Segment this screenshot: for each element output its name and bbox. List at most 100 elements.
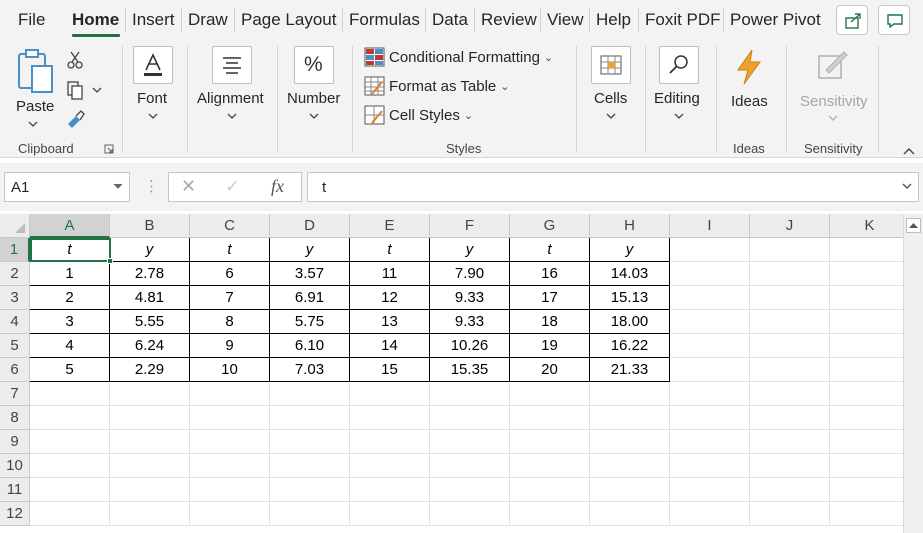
cell-a6[interactable]: 5: [30, 358, 110, 382]
cell-j6[interactable]: [750, 358, 830, 382]
cell-e2[interactable]: 11: [350, 262, 430, 286]
name-box[interactable]: A1: [4, 172, 130, 202]
cell-d11[interactable]: [270, 478, 350, 502]
column-header-b[interactable]: B: [110, 214, 190, 238]
cell-e5[interactable]: 14: [350, 334, 430, 358]
cell-f10[interactable]: [430, 454, 510, 478]
vertical-scrollbar[interactable]: [903, 214, 923, 533]
cell-e1[interactable]: t: [350, 238, 430, 262]
cell-h10[interactable]: [590, 454, 670, 478]
cell-g1[interactable]: t: [510, 238, 590, 262]
cell-g12[interactable]: [510, 502, 590, 526]
cell-c11[interactable]: [190, 478, 270, 502]
cell-c8[interactable]: [190, 406, 270, 430]
cell-c1[interactable]: t: [190, 238, 270, 262]
column-header-f[interactable]: F: [430, 214, 510, 238]
cell-e12[interactable]: [350, 502, 430, 526]
cell-j4[interactable]: [750, 310, 830, 334]
tab-review[interactable]: Review: [481, 10, 537, 30]
cell-c4[interactable]: 8: [190, 310, 270, 334]
cell-styles-button[interactable]: Cell Styles ⌄: [364, 102, 473, 128]
cell-e7[interactable]: [350, 382, 430, 406]
cell-j8[interactable]: [750, 406, 830, 430]
cell-i4[interactable]: [670, 310, 750, 334]
cell-k11[interactable]: [830, 478, 910, 502]
tab-insert[interactable]: Insert: [132, 10, 175, 30]
cell-f11[interactable]: [430, 478, 510, 502]
formula-input[interactable]: t: [307, 172, 919, 202]
cell-k2[interactable]: [830, 262, 910, 286]
cell-h5[interactable]: 16.22: [590, 334, 670, 358]
cells-button[interactable]: Cells: [586, 40, 636, 130]
column-header-c[interactable]: C: [190, 214, 270, 238]
cancel-icon[interactable]: ✕: [181, 176, 196, 197]
cell-h12[interactable]: [590, 502, 670, 526]
cell-k1[interactable]: [830, 238, 910, 262]
row-header-3[interactable]: 3: [0, 286, 30, 310]
ideas-button[interactable]: Ideas: [724, 40, 774, 130]
cell-f1[interactable]: y: [430, 238, 510, 262]
cell-b11[interactable]: [110, 478, 190, 502]
cell-d7[interactable]: [270, 382, 350, 406]
cell-i10[interactable]: [670, 454, 750, 478]
cell-c3[interactable]: 7: [190, 286, 270, 310]
cell-h7[interactable]: [590, 382, 670, 406]
cell-b5[interactable]: 6.24: [110, 334, 190, 358]
tab-page-layout[interactable]: Page Layout: [241, 10, 336, 30]
cell-a12[interactable]: [30, 502, 110, 526]
cell-a5[interactable]: 4: [30, 334, 110, 358]
cell-f2[interactable]: 7.90: [430, 262, 510, 286]
cell-i6[interactable]: [670, 358, 750, 382]
cell-k10[interactable]: [830, 454, 910, 478]
cell-i1[interactable]: [670, 238, 750, 262]
enter-icon[interactable]: ✓: [225, 176, 240, 197]
formula-bar-grip-icon[interactable]: ⋮: [144, 177, 159, 195]
column-header-a[interactable]: A: [30, 214, 110, 238]
cell-e3[interactable]: 12: [350, 286, 430, 310]
cell-i12[interactable]: [670, 502, 750, 526]
row-header-8[interactable]: 8: [0, 406, 30, 430]
cell-a9[interactable]: [30, 430, 110, 454]
cell-h1[interactable]: y: [590, 238, 670, 262]
cell-d6[interactable]: 7.03: [270, 358, 350, 382]
cell-c9[interactable]: [190, 430, 270, 454]
cell-f9[interactable]: [430, 430, 510, 454]
comments-button[interactable]: [878, 5, 910, 35]
select-all-button[interactable]: [0, 214, 30, 238]
conditional-formatting-button[interactable]: Conditional Formatting ⌄: [364, 44, 553, 70]
tab-data[interactable]: Data: [432, 10, 468, 30]
format-as-table-button[interactable]: Format as Table ⌄: [364, 73, 510, 99]
cell-e4[interactable]: 13: [350, 310, 430, 334]
cell-g3[interactable]: 17: [510, 286, 590, 310]
cell-i8[interactable]: [670, 406, 750, 430]
cell-g7[interactable]: [510, 382, 590, 406]
alignment-button[interactable]: Alignment: [194, 40, 270, 130]
row-header-11[interactable]: 11: [0, 478, 30, 502]
cell-h2[interactable]: 14.03: [590, 262, 670, 286]
cell-g2[interactable]: 16: [510, 262, 590, 286]
cell-g11[interactable]: [510, 478, 590, 502]
cell-e9[interactable]: [350, 430, 430, 454]
cell-f7[interactable]: [430, 382, 510, 406]
tab-power-pivot[interactable]: Power Pivot: [730, 10, 821, 30]
cell-f5[interactable]: 10.26: [430, 334, 510, 358]
cell-d1[interactable]: y: [270, 238, 350, 262]
cell-a11[interactable]: [30, 478, 110, 502]
cell-a4[interactable]: 3: [30, 310, 110, 334]
share-button[interactable]: [836, 5, 868, 35]
insert-function-icon[interactable]: fx: [271, 176, 284, 197]
paste-button[interactable]: Paste: [10, 46, 58, 130]
cell-b7[interactable]: [110, 382, 190, 406]
row-header-6[interactable]: 6: [0, 358, 30, 382]
cell-j1[interactable]: [750, 238, 830, 262]
row-header-9[interactable]: 9: [0, 430, 30, 454]
cell-g8[interactable]: [510, 406, 590, 430]
cell-k5[interactable]: [830, 334, 910, 358]
cell-k12[interactable]: [830, 502, 910, 526]
cell-b8[interactable]: [110, 406, 190, 430]
cut-icon[interactable]: [66, 50, 84, 70]
cell-h3[interactable]: 15.13: [590, 286, 670, 310]
sensitivity-button[interactable]: Sensitivity: [796, 40, 870, 130]
cell-e11[interactable]: [350, 478, 430, 502]
cell-b10[interactable]: [110, 454, 190, 478]
